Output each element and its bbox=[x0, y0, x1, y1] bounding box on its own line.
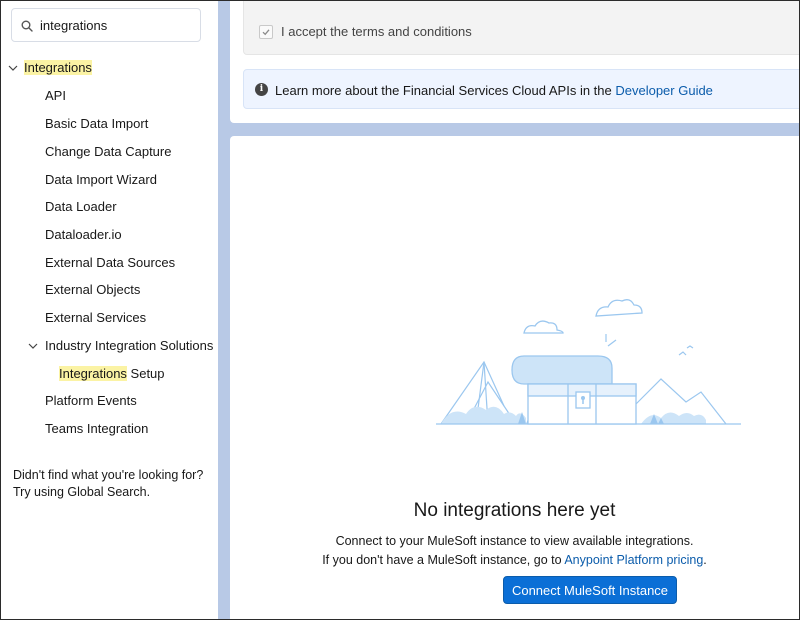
tree-item-external-objects[interactable]: External Objects bbox=[45, 278, 140, 302]
tree-item-platform-events[interactable]: Platform Events bbox=[45, 389, 137, 413]
chevron-down-icon[interactable] bbox=[7, 62, 19, 74]
quick-find-search[interactable] bbox=[11, 8, 201, 42]
tree-item-label: API bbox=[45, 88, 66, 103]
empty-state-card: No integrations here yet Connect to your… bbox=[230, 136, 799, 619]
tree-item-label: Data Import Wizard bbox=[45, 172, 157, 187]
tree-item-label: Change Data Capture bbox=[45, 144, 172, 159]
tree-item-integrations-setup[interactable]: Integrations Setup bbox=[59, 362, 165, 386]
top-card: I accept the terms and conditions i Lear… bbox=[230, 1, 799, 123]
panel-divider bbox=[218, 1, 230, 619]
tree-item-label: External Services bbox=[45, 310, 147, 325]
tree-item-label: Platform Events bbox=[45, 393, 137, 408]
treasure-chest-illustration bbox=[436, 299, 741, 425]
search-highlight: Integrations bbox=[24, 60, 92, 75]
main-content: I accept the terms and conditions i Lear… bbox=[230, 1, 799, 619]
info-banner: i Learn more about the Financial Service… bbox=[243, 69, 799, 109]
empty-state-line: If you don't have a MuleSoft instance, g… bbox=[230, 551, 799, 570]
info-message: Learn more about the Financial Services … bbox=[275, 83, 616, 98]
pricing-suffix: . bbox=[703, 553, 707, 567]
setup-sidebar: Integrations API Basic Data Import Chang… bbox=[1, 1, 218, 619]
app-frame: Integrations API Basic Data Import Chang… bbox=[0, 0, 800, 620]
connect-mulesoft-button[interactable]: Connect MuleSoft Instance bbox=[503, 576, 677, 604]
tree-item-label: Teams Integration bbox=[45, 421, 149, 436]
cloud-icon bbox=[523, 299, 643, 334]
developer-guide-link[interactable]: Developer Guide bbox=[615, 83, 713, 98]
tree-item-label: External Data Sources bbox=[45, 255, 176, 270]
tree-item-external-data-sources[interactable]: External Data Sources bbox=[45, 251, 175, 275]
terms-box: I accept the terms and conditions bbox=[243, 1, 799, 55]
info-icon: i bbox=[255, 83, 268, 96]
tree-item-data-loader[interactable]: Data Loader bbox=[45, 195, 117, 219]
tree-item-label: Data Loader bbox=[45, 199, 117, 214]
chevron-down-icon[interactable] bbox=[27, 340, 39, 352]
search-help-text: Didn't find what you're looking for? Try… bbox=[13, 467, 213, 501]
search-highlight: Integrations bbox=[59, 366, 127, 381]
anypoint-pricing-link[interactable]: Anypoint Platform pricing bbox=[564, 553, 703, 567]
terms-checkbox[interactable] bbox=[259, 25, 273, 39]
empty-state-description: Connect to your MuleSoft instance to vie… bbox=[230, 532, 799, 570]
tree-item-data-import-wizard[interactable]: Data Import Wizard bbox=[45, 168, 157, 192]
search-icon bbox=[21, 20, 33, 32]
tree-item-external-services[interactable]: External Services bbox=[45, 306, 146, 330]
tree-item-label: Basic Data Import bbox=[45, 116, 149, 131]
checkmark-icon bbox=[262, 29, 270, 36]
tree-item-api[interactable]: API bbox=[45, 84, 66, 108]
help-line: Didn't find what you're looking for? bbox=[13, 468, 204, 482]
tree-item-change-data-capture[interactable]: Change Data Capture bbox=[45, 140, 171, 164]
tree-item-dataloader-io[interactable]: Dataloader.io bbox=[45, 223, 122, 247]
empty-state-title: No integrations here yet bbox=[413, 500, 616, 521]
info-text: Learn more about the Financial Services … bbox=[275, 83, 713, 98]
tree-item-label: External Objects bbox=[45, 282, 141, 297]
search-input[interactable] bbox=[40, 15, 190, 35]
tree-item-label: Setup bbox=[126, 366, 165, 381]
tree-item-teams-integration[interactable]: Teams Integration bbox=[45, 417, 148, 441]
tree-item-label: Dataloader.io bbox=[45, 227, 122, 242]
help-line: Try using Global Search. bbox=[13, 485, 151, 499]
tree-item-basic-data-import[interactable]: Basic Data Import bbox=[45, 112, 148, 136]
pricing-prefix: If you don't have a MuleSoft instance, g… bbox=[322, 553, 565, 567]
terms-label: I accept the terms and conditions bbox=[281, 24, 472, 39]
tree-node-label: Industry Integration Solutions bbox=[45, 338, 214, 353]
empty-state-line: Connect to your MuleSoft instance to vie… bbox=[335, 534, 694, 548]
